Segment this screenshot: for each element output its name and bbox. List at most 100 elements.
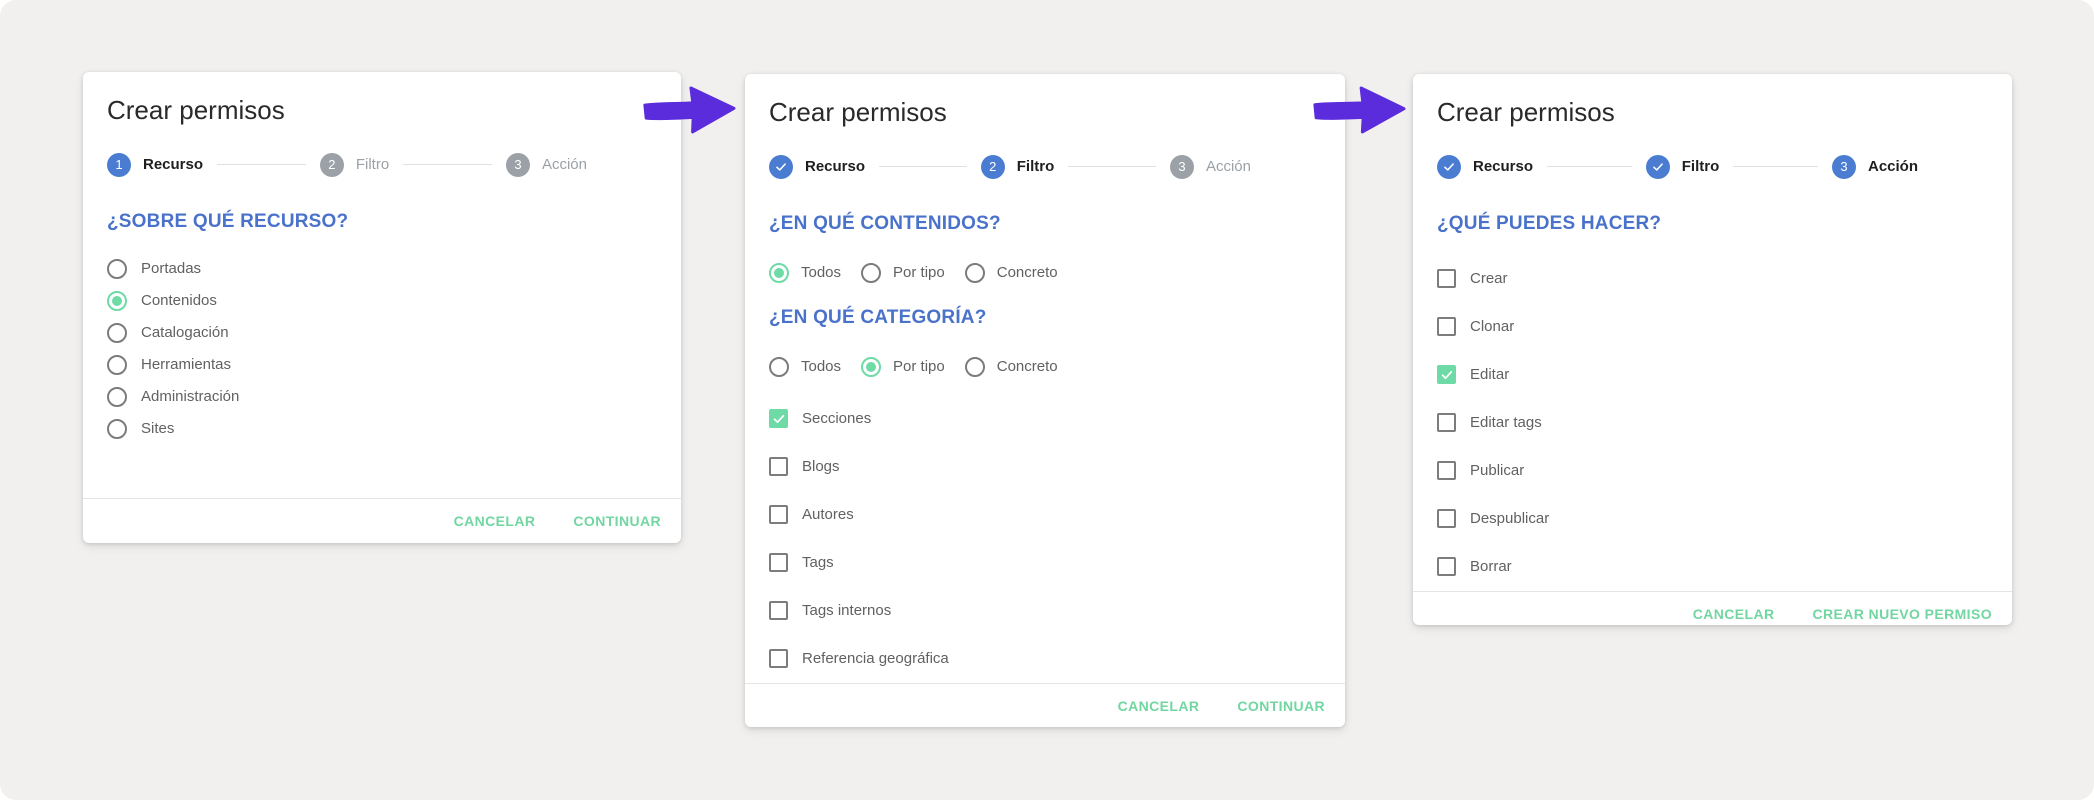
option-label: Concreto bbox=[996, 358, 1058, 376]
radio-unselected-icon[interactable] bbox=[107, 258, 127, 279]
radio-unselected-icon[interactable] bbox=[107, 322, 127, 343]
step-2-number: 2 bbox=[989, 159, 997, 175]
check-icon bbox=[1652, 162, 1663, 171]
radio-unselected-icon[interactable] bbox=[769, 356, 789, 377]
checkbox-checked-icon[interactable] bbox=[1437, 365, 1456, 385]
cancel-button[interactable]: CANCELAR bbox=[1114, 692, 1204, 720]
checkbox-unchecked-icon[interactable] bbox=[769, 649, 788, 669]
radio-selected-icon[interactable] bbox=[861, 356, 882, 377]
radio-selected-icon[interactable] bbox=[107, 290, 127, 311]
stepper-connector bbox=[1547, 166, 1632, 168]
checkbox-unchecked-icon[interactable] bbox=[1437, 413, 1456, 433]
radio-unselected-icon[interactable] bbox=[861, 262, 882, 283]
next-step-arrow-icon bbox=[643, 86, 736, 134]
check-icon bbox=[773, 414, 784, 423]
stepper-connector bbox=[1068, 166, 1156, 168]
step-3-accion[interactable]: 3 Acción bbox=[505, 152, 587, 177]
continue-button[interactable]: CONTINUAR bbox=[569, 507, 665, 535]
step-2-filtro[interactable]: 2 Filtro bbox=[980, 154, 1055, 179]
option-label: Secciones bbox=[802, 410, 872, 428]
radio-option-sites[interactable]: Sites bbox=[107, 413, 657, 445]
option-label: Todos bbox=[801, 264, 842, 282]
radio-option-concreto[interactable]: Concreto bbox=[964, 255, 1058, 291]
create-permission-button[interactable]: CREAR NUEVO PERMISO bbox=[1808, 600, 1996, 625]
step-2-number: 2 bbox=[328, 157, 336, 173]
step-2-filtro[interactable]: 2 Filtro bbox=[319, 152, 389, 177]
option-label: Herramientas bbox=[141, 356, 232, 374]
option-label: Administración bbox=[141, 388, 240, 406]
radio-option-contenidos[interactable]: Contenidos bbox=[107, 285, 657, 317]
stepper-connector bbox=[879, 166, 967, 168]
radio-unselected-icon[interactable] bbox=[107, 386, 127, 407]
checkbox-option-borrar[interactable]: Borrar bbox=[1437, 543, 1988, 591]
option-label: Por tipo bbox=[893, 264, 945, 282]
stepper: Recurso 2 Filtro 3 Acción bbox=[769, 154, 1251, 179]
resource-radio-list: Portadas Contenidos Catalogación Herrami… bbox=[107, 253, 657, 445]
continue-button[interactable]: CONTINUAR bbox=[1233, 692, 1329, 720]
checkbox-option-clonar[interactable]: Clonar bbox=[1437, 303, 1988, 351]
dialog-title: Crear permisos bbox=[769, 97, 947, 127]
checkbox-unchecked-icon[interactable] bbox=[1437, 557, 1456, 577]
check-icon bbox=[776, 162, 786, 171]
radio-unselected-icon[interactable] bbox=[107, 418, 127, 439]
radio-option-herramientas[interactable]: Herramientas bbox=[107, 349, 657, 381]
step-1-recurso[interactable]: 1 Recurso bbox=[107, 152, 203, 177]
dialog-crear-permisos-step-filtro: Crear permisos Recurso 2 Filtro 3 Acción… bbox=[745, 74, 1345, 727]
checkbox-unchecked-icon[interactable] bbox=[1437, 509, 1456, 529]
dialog-crear-permisos-step-accion: Crear permisos Recurso Filtro 3 Acción ¿… bbox=[1413, 74, 2012, 625]
dialog-crear-permisos-step-recurso: Crear permisos 1 Recurso 2 Filtro 3 Acci… bbox=[83, 72, 681, 543]
checkbox-checked-icon[interactable] bbox=[769, 409, 788, 429]
radio-option-por-tipo[interactable]: Por tipo bbox=[861, 349, 945, 385]
acciones-checkbox-list: Crear Clonar Editar Editar tags Publicar bbox=[1437, 255, 1988, 591]
step-3-accion[interactable]: 3 Acción bbox=[1169, 154, 1251, 179]
radio-unselected-icon[interactable] bbox=[964, 356, 985, 377]
checkbox-unchecked-icon[interactable] bbox=[1437, 317, 1456, 337]
step-1-recurso[interactable]: Recurso bbox=[1437, 154, 1533, 179]
checkbox-unchecked-icon[interactable] bbox=[769, 601, 788, 621]
checkbox-unchecked-icon[interactable] bbox=[1437, 269, 1456, 289]
checkbox-unchecked-icon[interactable] bbox=[1437, 461, 1456, 481]
radio-option-concreto[interactable]: Concreto bbox=[964, 349, 1058, 385]
checkbox-option-publicar[interactable]: Publicar bbox=[1437, 447, 1988, 495]
step-3-accion[interactable]: 3 Acción bbox=[1832, 154, 1918, 179]
cancel-button[interactable]: CANCELAR bbox=[1689, 600, 1779, 625]
question-heading: ¿SOBRE QUÉ RECURSO? bbox=[107, 210, 349, 232]
option-label: Editar tags bbox=[1470, 414, 1542, 432]
question-heading-categoria: ¿EN QUÉ CATEGORÍA? bbox=[769, 306, 987, 328]
option-label: Publicar bbox=[1470, 462, 1525, 480]
step-3-number: 3 bbox=[1178, 159, 1186, 175]
step-3-label: Acción bbox=[1205, 158, 1251, 176]
checkbox-option-tags[interactable]: Tags bbox=[769, 539, 1321, 587]
question-heading: ¿QUÉ PUEDES HACER? bbox=[1437, 212, 1662, 234]
step-2-label: Filtro bbox=[1016, 158, 1055, 176]
checkbox-option-tags-internos[interactable]: Tags internos bbox=[769, 587, 1321, 635]
checkbox-option-despublicar[interactable]: Despublicar bbox=[1437, 495, 1988, 543]
checkbox-unchecked-icon[interactable] bbox=[769, 553, 788, 573]
step-1-recurso[interactable]: Recurso bbox=[769, 154, 865, 179]
radio-option-todos[interactable]: Todos bbox=[769, 349, 841, 385]
check-icon bbox=[1441, 370, 1452, 379]
checkbox-option-editar[interactable]: Editar bbox=[1437, 351, 1988, 399]
step-3-badge: 3 bbox=[505, 152, 530, 177]
radio-option-por-tipo[interactable]: Por tipo bbox=[861, 255, 945, 291]
radio-option-todos[interactable]: Todos bbox=[769, 255, 841, 291]
radio-option-catalogacion[interactable]: Catalogación bbox=[107, 317, 657, 349]
radio-option-administracion[interactable]: Administración bbox=[107, 381, 657, 413]
checkbox-option-crear[interactable]: Crear bbox=[1437, 255, 1988, 303]
checkbox-unchecked-icon[interactable] bbox=[769, 505, 788, 525]
cancel-button[interactable]: CANCELAR bbox=[450, 507, 540, 535]
checkbox-option-referencia-geografica[interactable]: Referencia geográfica bbox=[769, 635, 1321, 683]
radio-unselected-icon[interactable] bbox=[964, 262, 985, 283]
checkbox-option-autores[interactable]: Autores bbox=[769, 491, 1321, 539]
step-3-label: Acción bbox=[541, 156, 587, 174]
checkbox-option-secciones[interactable]: Secciones bbox=[769, 395, 1321, 443]
radio-option-portadas[interactable]: Portadas bbox=[107, 253, 657, 285]
dialog-footer: CANCELAR CONTINUAR bbox=[745, 682, 1345, 727]
checkbox-option-editar-tags[interactable]: Editar tags bbox=[1437, 399, 1988, 447]
checkbox-option-blogs[interactable]: Blogs bbox=[769, 443, 1321, 491]
radio-unselected-icon[interactable] bbox=[107, 354, 127, 375]
radio-selected-icon[interactable] bbox=[769, 262, 789, 283]
checkbox-unchecked-icon[interactable] bbox=[769, 457, 788, 477]
step-2-filtro[interactable]: Filtro bbox=[1645, 154, 1719, 179]
step-3-badge: 3 bbox=[1832, 154, 1856, 179]
